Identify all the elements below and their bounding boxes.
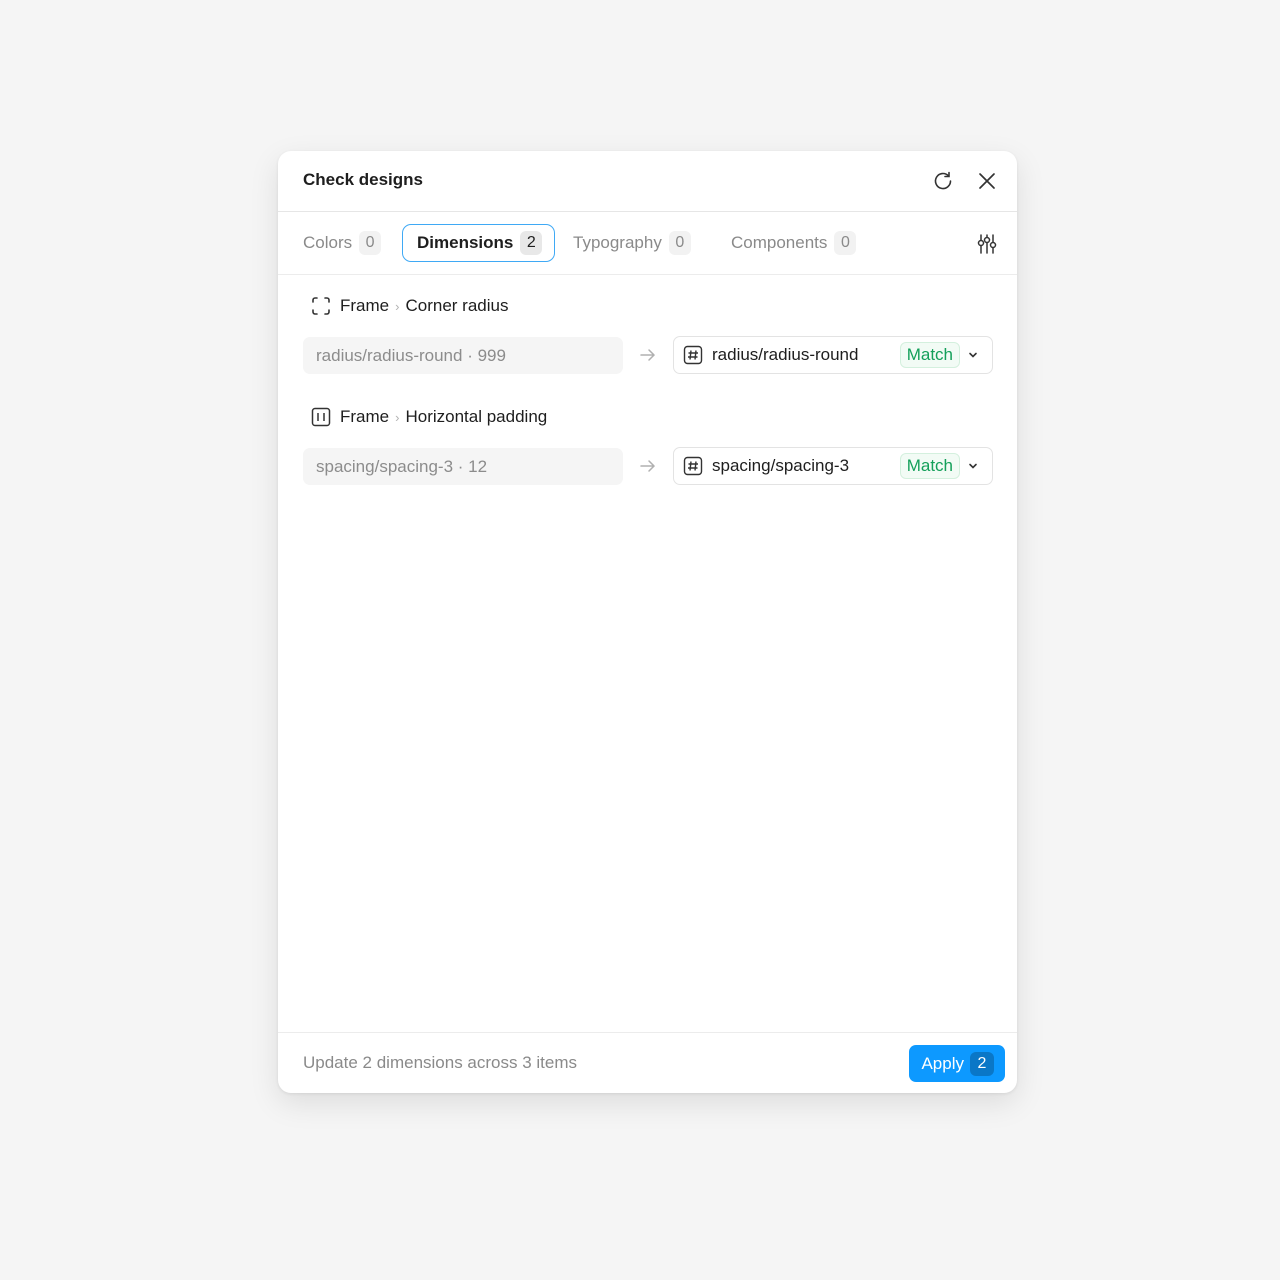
refresh-button[interactable] [929, 167, 957, 195]
corner-radius-icon [310, 295, 332, 317]
breadcrumb-separator: › [395, 298, 400, 314]
tab-label: Components [731, 233, 828, 252]
chevron-down-icon [969, 463, 977, 469]
tab-label: Typography [573, 233, 662, 252]
apply-label: Apply [921, 1053, 964, 1073]
dialog-footer: Update 2 dimensions across 3 items Apply… [278, 1032, 1017, 1093]
horizontal-padding-icon [310, 406, 332, 428]
dialog-header: Check designs [278, 151, 1017, 212]
property-name: Horizontal padding [405, 407, 548, 426]
sliders-icon [977, 234, 997, 254]
variable-icon [683, 456, 703, 476]
breadcrumb-separator: › [395, 409, 400, 425]
current-value-field: spacing/spacing-3 · 12 [303, 448, 623, 485]
arrow-right-icon [640, 349, 656, 361]
token-select[interactable]: spacing/spacing-3 Match [673, 447, 993, 485]
issue-title: Frame › Corner radius [310, 294, 508, 318]
tab-typography[interactable]: Typography 0 [573, 224, 691, 262]
token-name: spacing/spacing-3 [712, 456, 850, 475]
filter-button[interactable] [975, 232, 999, 256]
variable-icon [683, 345, 703, 365]
arrow-right-icon [640, 460, 656, 472]
update-summary: Update 2 dimensions across 3 items [303, 1053, 578, 1072]
dialog-title: Check designs [303, 170, 423, 189]
tab-count: 0 [834, 231, 857, 255]
layer-name: Frame [340, 407, 390, 426]
token-select[interactable]: radius/radius-round Match [673, 336, 993, 374]
refresh-icon [934, 171, 952, 190]
tab-bar: Colors 0 Dimensions 2 Typography 0 Compo… [278, 212, 1017, 275]
current-value: radius/radius-round · 999 [316, 345, 506, 365]
current-value: spacing/spacing-3 · 12 [316, 456, 488, 476]
issue-title: Frame › Horizontal padding [310, 405, 547, 429]
layer-name: Frame [340, 296, 390, 315]
property-name: Corner radius [405, 296, 509, 315]
tab-dimensions[interactable]: Dimensions 2 [402, 224, 556, 262]
tab-components[interactable]: Components 0 [731, 224, 857, 262]
match-badge: Match [899, 342, 960, 368]
current-value-field: radius/radius-round · 999 [303, 337, 623, 374]
token-name: radius/radius-round [712, 345, 859, 364]
close-icon [979, 173, 995, 189]
tab-colors[interactable]: Colors 0 [303, 224, 382, 262]
tab-count: 2 [520, 231, 543, 255]
tab-label: Colors [303, 233, 353, 252]
chevron-down-icon [969, 352, 977, 358]
match-badge: Match [899, 453, 960, 479]
tab-count: 0 [359, 231, 382, 255]
apply-count: 2 [970, 1051, 994, 1076]
check-designs-dialog: Check designs Colors 0 Dimensions 2 Typo… [278, 151, 1017, 1093]
tab-label: Dimensions [417, 233, 514, 252]
close-button[interactable] [973, 167, 1001, 195]
apply-button[interactable]: Apply 2 [909, 1045, 1005, 1082]
tab-count: 0 [668, 231, 691, 255]
